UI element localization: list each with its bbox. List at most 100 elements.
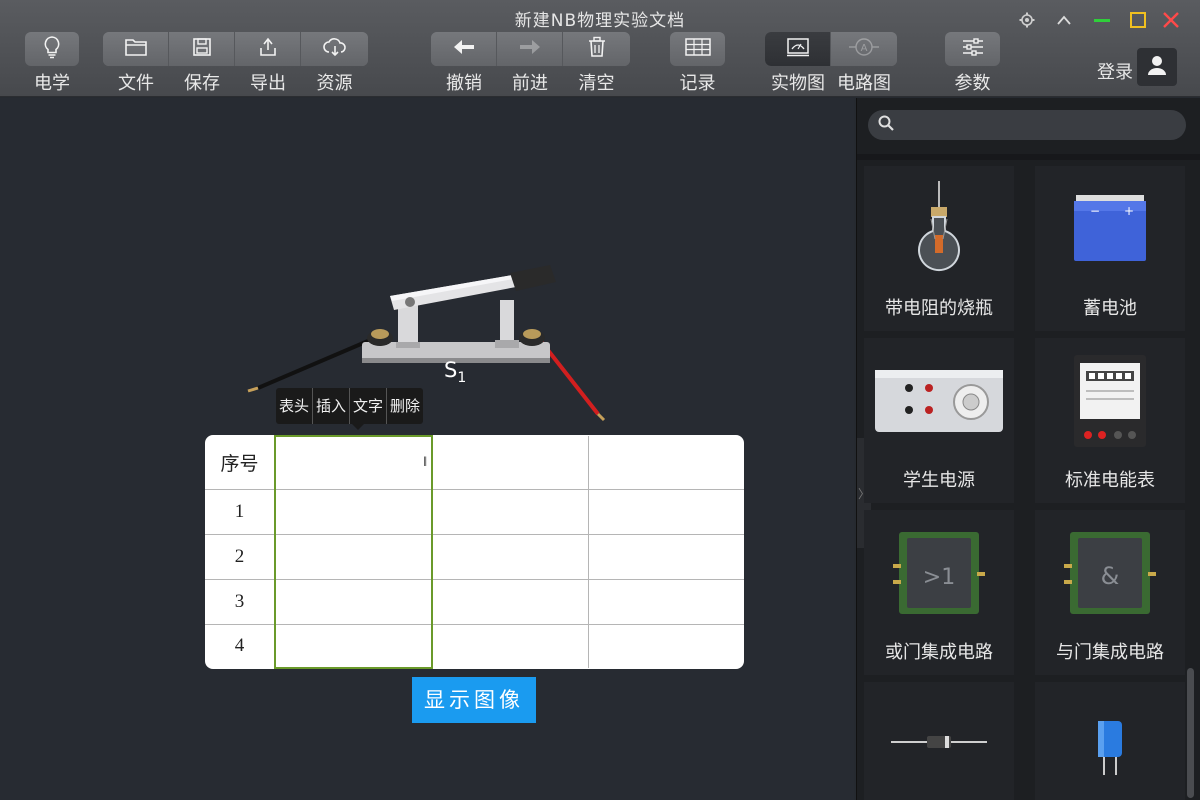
file-button-group	[103, 32, 368, 66]
data-record-table: 序号 ‖ 1 2 3 4	[205, 435, 744, 669]
menu-item-insert[interactable]: 插入	[313, 388, 351, 424]
sliders-icon	[961, 37, 985, 61]
table-row: 1	[205, 489, 744, 535]
resource-button[interactable]	[301, 32, 368, 66]
table-cell[interactable]	[274, 489, 433, 535]
circuit-view-label: 电路图	[837, 73, 891, 94]
component-label: 学生电源	[903, 470, 975, 491]
collapse-icon[interactable]	[1052, 8, 1076, 32]
file-button[interactable]	[103, 32, 169, 66]
save-disk-icon	[192, 37, 212, 61]
table-cell[interactable]	[431, 623, 589, 668]
electric-meter-icon	[1035, 346, 1185, 456]
save-button[interactable]	[169, 32, 235, 66]
user-icon	[1145, 53, 1169, 81]
export-button[interactable]	[235, 32, 301, 66]
table-cell[interactable]	[274, 578, 433, 625]
menu-item-text[interactable]: 文字	[350, 388, 388, 424]
record-button[interactable]	[670, 32, 725, 66]
table-cell[interactable]	[431, 533, 589, 580]
switch-label: S1	[444, 358, 467, 387]
physical-view-label: 实物图	[771, 73, 825, 94]
redo-button[interactable]	[497, 32, 563, 66]
subject-label: 电学	[34, 73, 70, 94]
table-cell[interactable]	[431, 489, 589, 535]
settings-icon[interactable]	[1015, 8, 1039, 32]
component-diode[interactable]	[864, 682, 1014, 800]
component-student-power-supply[interactable]: 学生电源	[864, 338, 1014, 503]
subject-button[interactable]	[25, 32, 79, 66]
table-cell-header-index[interactable]: 序号	[205, 436, 276, 491]
subject-button-group	[25, 32, 79, 66]
svg-text:>1: >1	[923, 565, 955, 590]
undo-label: 撤销	[446, 73, 482, 94]
panel-scrollbar[interactable]	[1187, 668, 1194, 798]
file-label: 文件	[118, 73, 154, 94]
table-cell[interactable]	[587, 533, 744, 580]
table-cell-header-selected[interactable]: ‖	[274, 435, 433, 491]
edit-button-group	[431, 32, 630, 66]
table-grid-icon	[684, 38, 711, 60]
search-icon	[878, 115, 894, 135]
close-icon[interactable]	[1159, 8, 1183, 32]
svg-text:−: −	[1090, 204, 1100, 218]
table-cell-header[interactable]	[431, 436, 589, 491]
table-cell[interactable]	[274, 533, 433, 580]
record-label: 记录	[679, 73, 716, 94]
component-or-gate-chip[interactable]: >1 或门集成电路	[864, 510, 1014, 675]
table-cell[interactable]	[587, 623, 744, 668]
component-battery[interactable]: − + 蓄电池	[1035, 166, 1185, 331]
or-gate-chip-icon: >1	[864, 518, 1014, 628]
menu-item-header[interactable]: 表头	[276, 388, 314, 424]
component-capacitor[interactable]	[1035, 682, 1185, 800]
toolbar: 新建NB物理实验文档 电学 文件 保存 导出 资源 撤销 前进 清空 记录 A …	[0, 0, 1200, 97]
svg-text:A: A	[861, 43, 868, 54]
table-cell-index[interactable]: 2	[205, 533, 276, 580]
diode-icon	[864, 712, 1014, 772]
component-electric-meter[interactable]: 标准电能表	[1035, 338, 1185, 503]
component-library-panel: 〉 带电阻的烧瓶 −+ 蓄电池 学生电源 标准电能表 >1	[856, 98, 1200, 800]
table-cell[interactable]	[587, 578, 744, 625]
component-label: 标准电能表	[1065, 470, 1155, 491]
table-header-row: 序号 ‖	[205, 435, 744, 491]
component-label: 带电阻的烧瓶	[885, 298, 993, 319]
table-cell[interactable]	[587, 489, 744, 535]
maximize-icon[interactable]	[1126, 8, 1150, 32]
physical-view-button[interactable]	[765, 32, 831, 66]
context-menu-pointer	[352, 424, 364, 430]
component-flask-with-resistor[interactable]: 带电阻的烧瓶	[864, 166, 1014, 331]
undo-arrow-icon	[452, 38, 476, 60]
meter-display-icon	[786, 37, 810, 61]
avatar[interactable]	[1137, 48, 1177, 86]
circuit-view-button[interactable]: A	[831, 32, 897, 66]
table-cell-index[interactable]: 4	[205, 623, 276, 668]
ammeter-symbol-icon: A	[849, 37, 879, 61]
redo-label: 前进	[512, 73, 548, 94]
clear-label: 清空	[578, 73, 615, 94]
clear-button[interactable]	[563, 32, 630, 66]
lightbulb-icon	[41, 35, 63, 63]
component-label: 与门集成电路	[1056, 642, 1164, 663]
search-input[interactable]	[902, 117, 1172, 133]
flask-with-resistor-icon	[864, 174, 1014, 284]
table-row: 2	[205, 533, 744, 580]
minimize-icon[interactable]	[1090, 8, 1114, 32]
record-button-group	[670, 32, 725, 66]
component-search	[868, 110, 1186, 140]
table-cell[interactable]	[431, 578, 589, 625]
menu-item-delete[interactable]: 删除	[387, 388, 423, 424]
component-and-gate-chip[interactable]: & 与门集成电路	[1035, 510, 1185, 675]
and-gate-chip-icon: &	[1035, 518, 1185, 628]
table-cell[interactable]	[274, 623, 433, 669]
table-cell-index[interactable]: 3	[205, 578, 276, 625]
view-toggle-group: A	[765, 32, 897, 66]
params-button[interactable]	[945, 32, 1000, 66]
battery-icon: − +	[1035, 174, 1185, 284]
table-cell-header[interactable]	[587, 436, 744, 491]
table-cell-index[interactable]: 1	[205, 489, 276, 535]
params-label: 参数	[954, 73, 991, 94]
undo-button[interactable]	[431, 32, 497, 66]
show-image-button[interactable]: 显示图像	[412, 677, 536, 723]
params-button-group	[945, 32, 1000, 66]
login-link[interactable]: 登录	[1097, 58, 1133, 84]
